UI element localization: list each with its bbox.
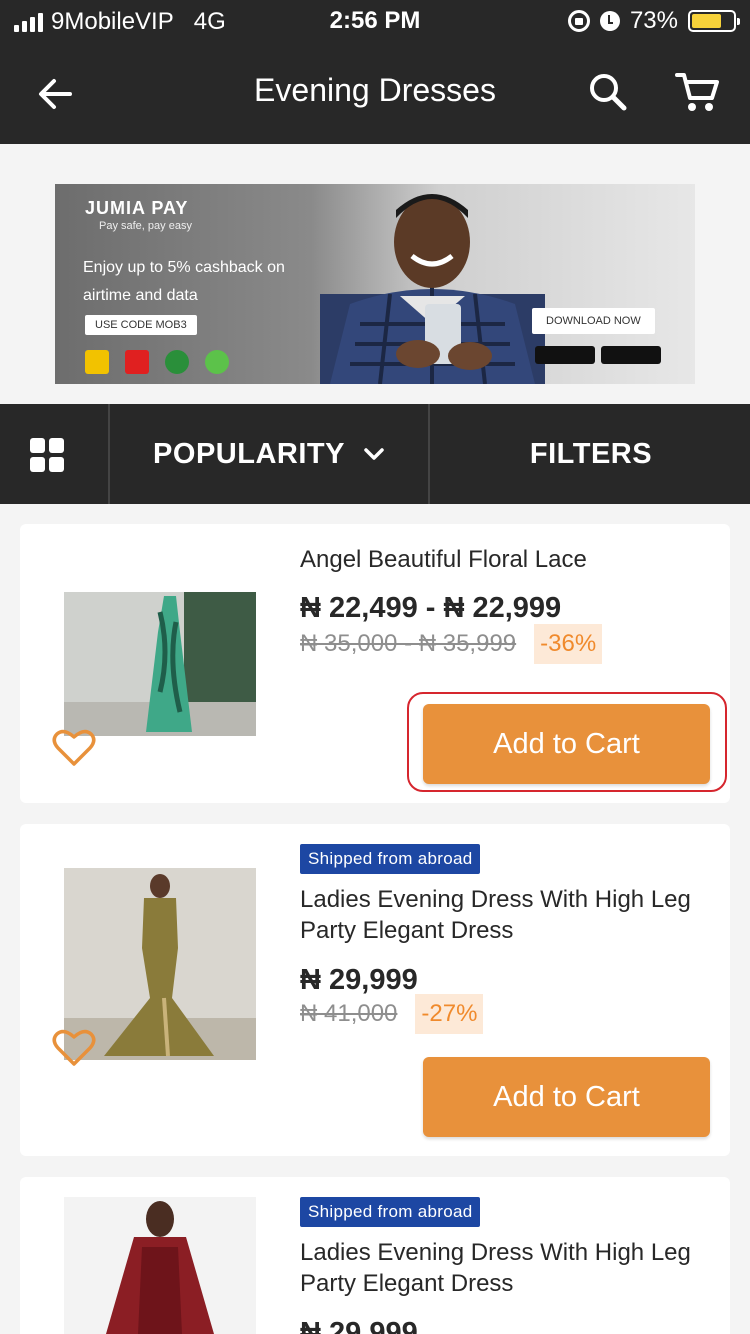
app-store-badges bbox=[535, 346, 661, 364]
partner-logo bbox=[85, 350, 109, 374]
app-header: Evening Dresses bbox=[0, 44, 750, 144]
product-price: ₦ 22,499 - ₦ 22,999 bbox=[300, 592, 562, 624]
search-button[interactable] bbox=[586, 70, 630, 114]
rotation-lock-icon bbox=[567, 10, 590, 32]
banner-person-image bbox=[320, 194, 545, 384]
banner-download-button[interactable]: DOWNLOAD NOW bbox=[532, 308, 655, 334]
discount-badge: -36% bbox=[534, 624, 603, 664]
discount-badge: -27% bbox=[415, 994, 484, 1034]
old-price: ₦ 35,000 - ₦ 35,999 bbox=[300, 630, 517, 657]
banner-code-button[interactable]: USE CODE MOB3 bbox=[85, 315, 197, 335]
alarm-icon bbox=[599, 11, 620, 31]
cart-icon bbox=[675, 73, 719, 111]
banner-partner-logos bbox=[85, 350, 229, 374]
product-image[interactable] bbox=[64, 1197, 256, 1334]
sort-filter-bar: POPULARITY FILTERS bbox=[0, 404, 750, 504]
search-icon bbox=[590, 74, 627, 111]
app-store-badge bbox=[601, 346, 661, 364]
product-card[interactable]: Angel Beautiful Floral Lace ₦ 22,499 - ₦… bbox=[20, 524, 730, 803]
filters-button[interactable]: FILTERS bbox=[432, 404, 750, 504]
product-title[interactable]: Ladies Evening Dress With High Leg Party… bbox=[300, 1237, 710, 1299]
old-price-row: ₦ 35,000 - ₦ 35,999 -36% bbox=[300, 624, 603, 664]
add-to-cart-button[interactable]: Add to Cart bbox=[423, 704, 710, 784]
page-title: Evening Dresses bbox=[254, 72, 496, 108]
toolbar-divider bbox=[428, 404, 430, 504]
old-price-row: ₦ 41,000 -27% bbox=[300, 994, 484, 1034]
chevron-down-icon bbox=[364, 448, 384, 460]
banner-brand: JUMIA PAY bbox=[85, 198, 189, 218]
product-title[interactable]: Ladies Evening Dress With High Leg Party… bbox=[300, 884, 710, 946]
status-bar: 9MobileVIP 4G 2:56 PM 73% bbox=[0, 0, 750, 44]
product-card[interactable]: Shipped from abroad Ladies Evening Dress… bbox=[20, 1177, 730, 1334]
google-play-badge bbox=[535, 346, 595, 364]
grid-view-icon[interactable] bbox=[30, 438, 72, 472]
product-price: ₦ 29,999 bbox=[300, 1317, 418, 1334]
add-to-cart-button[interactable]: Add to Cart bbox=[423, 1057, 710, 1137]
wishlist-heart-icon[interactable] bbox=[52, 1028, 96, 1068]
promo-banner[interactable]: JUMIA PAY Pay safe, pay easy Enjoy up to… bbox=[55, 184, 695, 384]
wishlist-heart-icon[interactable] bbox=[52, 728, 96, 768]
product-price: ₦ 29,999 bbox=[300, 964, 418, 996]
shipped-from-abroad-badge: Shipped from abroad bbox=[300, 1197, 481, 1227]
partner-logo bbox=[165, 350, 189, 374]
product-card[interactable]: Shipped from abroad Ladies Evening Dress… bbox=[20, 824, 730, 1156]
partner-logo bbox=[125, 350, 149, 374]
battery-percent: 73% bbox=[629, 7, 678, 34]
sort-label: POPULARITY bbox=[153, 437, 345, 470]
banner-copy: Enjoy up to 5% cashback on airtime and d… bbox=[83, 259, 285, 304]
battery-icon bbox=[688, 10, 740, 32]
sort-dropdown[interactable]: POPULARITY bbox=[110, 404, 428, 504]
status-right: 73% bbox=[567, 7, 740, 35]
banner-tagline: Pay safe, pay easy bbox=[99, 220, 192, 232]
partner-logo bbox=[205, 350, 229, 374]
battery-level bbox=[692, 14, 722, 28]
product-image[interactable] bbox=[64, 592, 256, 736]
cart-button[interactable] bbox=[674, 70, 722, 114]
shipped-from-abroad-badge: Shipped from abroad bbox=[300, 844, 481, 874]
old-price: ₦ 41,000 bbox=[300, 1000, 398, 1027]
product-title[interactable]: Angel Beautiful Floral Lace bbox=[300, 544, 710, 575]
